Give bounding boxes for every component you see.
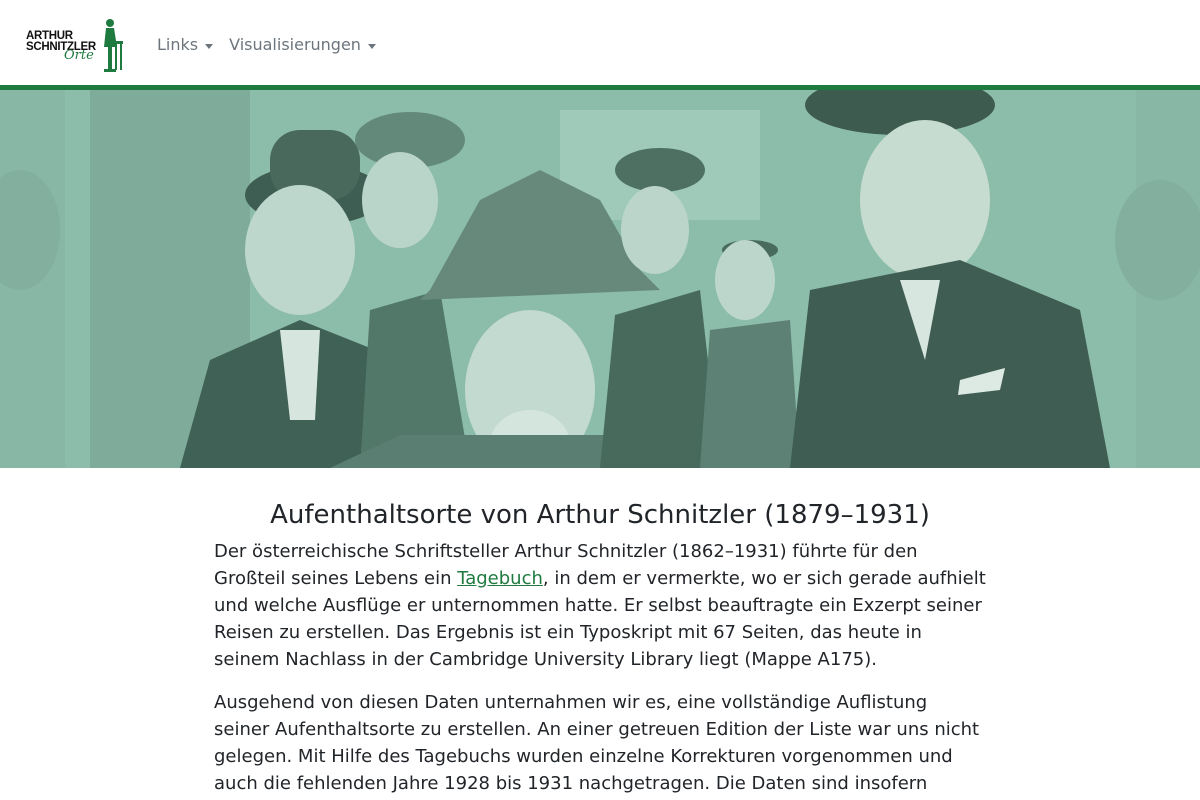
nav-dropdown-links[interactable]: Links bbox=[157, 34, 214, 56]
page-title: Aufenthaltsorte von Arthur Schnitzler (1… bbox=[270, 500, 930, 530]
intro-paragraph: Der österreichische Schriftsteller Arthu… bbox=[214, 538, 986, 673]
historic-photo-illustration bbox=[0, 90, 1200, 468]
site-logo[interactable]: ARTHUR SCHNITZLER Orte bbox=[26, 17, 124, 73]
nav-dropdown-visualisierungen[interactable]: Visualisierungen bbox=[229, 34, 376, 56]
chevron-down-icon bbox=[367, 43, 376, 49]
tagebuch-link[interactable]: Tagebuch bbox=[457, 568, 543, 589]
main-content: Aufenthaltsorte von Arthur Schnitzler (1… bbox=[214, 468, 986, 797]
nav-item-label: Links bbox=[157, 35, 199, 54]
navbar: ARTHUR SCHNITZLER Orte Links Visualisier… bbox=[0, 0, 1200, 90]
author-silhouette-icon bbox=[104, 19, 123, 72]
nav-item-label: Visualisierungen bbox=[229, 35, 361, 54]
method-paragraph: Ausgehend von diesen Daten unternahmen w… bbox=[214, 692, 980, 794]
main-nav: Links Visualisierungen bbox=[157, 34, 376, 56]
logo-line-orte: Orte bbox=[64, 48, 94, 63]
chevron-down-icon bbox=[205, 43, 214, 49]
hero-image bbox=[0, 90, 1200, 468]
